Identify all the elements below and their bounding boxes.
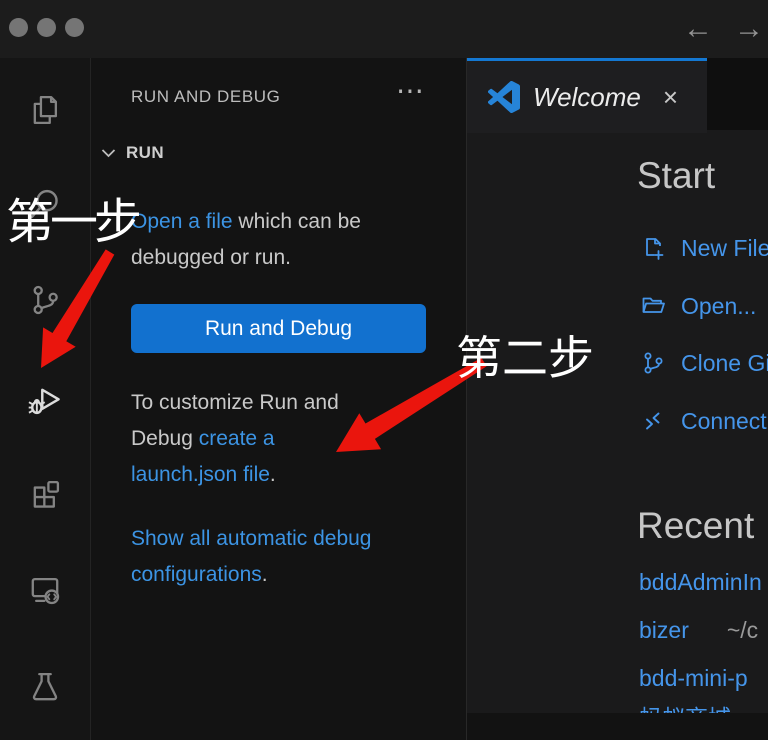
run-and-debug-icon[interactable] — [21, 376, 69, 424]
recent-item-path: ~/c — [727, 617, 758, 644]
start-heading: Start — [637, 155, 715, 197]
open-file-hint: Open a file which can be debugged or run… — [131, 204, 376, 276]
maximize-window-button[interactable] — [65, 18, 84, 37]
remote-connect-icon — [639, 407, 667, 435]
more-actions-icon[interactable]: ⋯ — [396, 74, 426, 107]
minimize-window-button[interactable] — [37, 18, 56, 37]
start-new-file[interactable]: New File... — [639, 232, 768, 264]
tab-welcome[interactable]: Welcome × — [467, 58, 707, 133]
tab-bar: Welcome × — [467, 58, 768, 133]
vscode-logo-icon — [488, 81, 520, 113]
nav-forward-icon[interactable]: → — [734, 9, 764, 49]
testing-beaker-icon[interactable] — [21, 663, 69, 711]
customize-hint: To customize Run and Debug create a laun… — [131, 385, 376, 493]
source-control-icon[interactable] — [21, 276, 69, 324]
tab-bar-empty-space — [707, 58, 768, 130]
remote-explorer-icon[interactable] — [21, 566, 69, 614]
recent-item[interactable]: bdd-mini-p — [639, 662, 748, 694]
run-section-label: RUN — [126, 143, 164, 163]
open-folder-icon — [639, 292, 667, 320]
recent-item[interactable]: 蚂蚁商城 — [639, 700, 731, 713]
show-all-configs-link[interactable]: Show all automatic debug configurations — [131, 527, 372, 586]
recent-heading: Recent — [637, 505, 754, 547]
extensions-icon[interactable] — [21, 471, 69, 519]
step1-annotation: 第一步 — [6, 182, 138, 252]
run-and-debug-panel: RUN AND DEBUG ⋯ RUN Open a file which ca… — [90, 58, 467, 740]
explorer-icon[interactable] — [21, 86, 69, 134]
run-and-debug-button[interactable]: Run and Debug — [131, 304, 426, 353]
activity-bar — [0, 58, 90, 740]
chevron-down-icon — [101, 148, 116, 158]
start-connect-to[interactable]: Connect to... — [639, 405, 768, 437]
nav-back-icon[interactable]: ← — [683, 9, 713, 49]
close-window-button[interactable] — [9, 18, 28, 37]
open-a-file-link[interactable]: Open a file — [131, 210, 233, 233]
title-bar: ← → — [0, 0, 768, 58]
tab-close-icon[interactable]: × — [663, 82, 678, 113]
start-clone-repo[interactable]: Clone Git Repository... — [639, 347, 768, 379]
panel-title: RUN AND DEBUG — [131, 87, 281, 107]
run-section-header[interactable]: RUN — [101, 143, 164, 163]
step2-annotation: 第二步 — [456, 322, 594, 388]
show-configs-hint: Show all automatic debug configurations. — [131, 521, 376, 593]
tab-title: Welcome — [533, 82, 641, 113]
recent-item[interactable]: bizer ~/c — [639, 614, 758, 646]
git-branch-icon — [639, 349, 667, 377]
recent-item[interactable]: bddAdminIn — [639, 566, 762, 598]
new-file-icon — [639, 234, 667, 262]
start-open[interactable]: Open... — [639, 290, 756, 322]
welcome-page: Start New File... Open... Clone Git Repo… — [467, 133, 768, 713]
